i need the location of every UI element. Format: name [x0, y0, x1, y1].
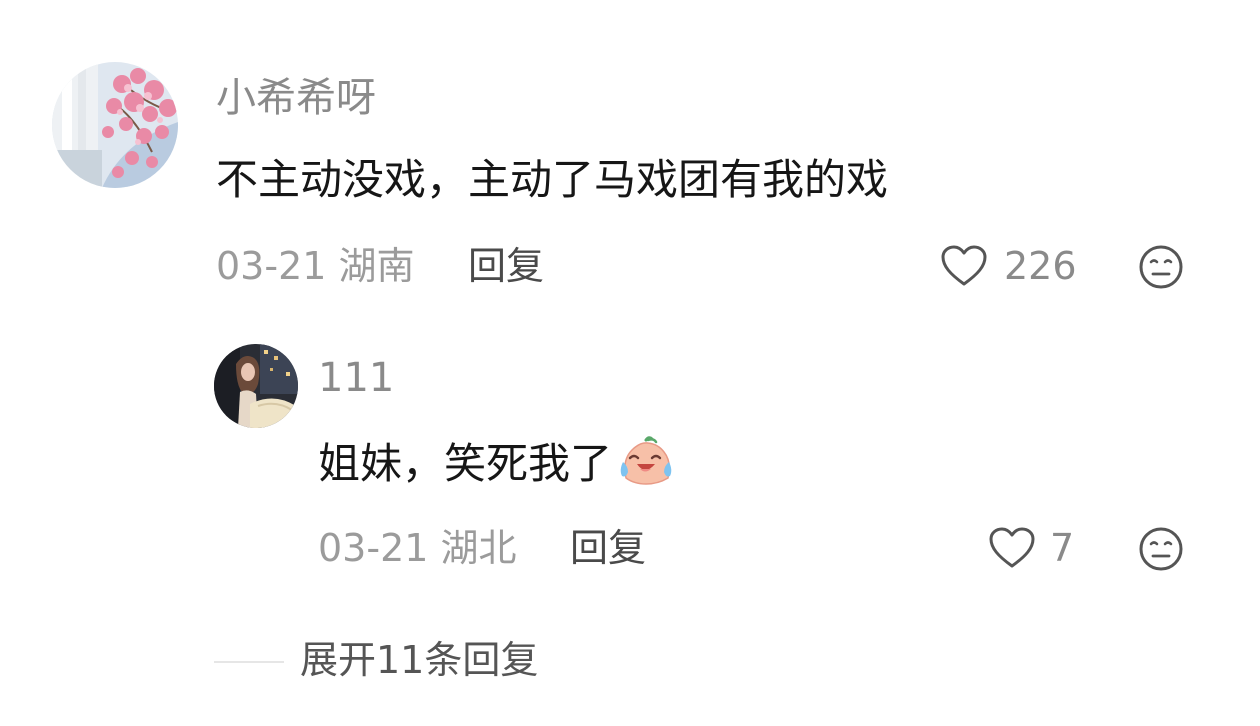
reply-date: 03-21 [318, 526, 429, 570]
reply-username[interactable]: 111 [318, 352, 394, 404]
meh-face-icon[interactable] [1138, 526, 1184, 572]
heart-outline-icon[interactable] [940, 244, 988, 288]
reply-text: 姐妹，笑死我了 [318, 436, 674, 500]
reply-avatar[interactable] [214, 344, 298, 428]
reply-meta: 03-21 湖北 [318, 522, 517, 574]
comment-meta: 03-21 湖南 [216, 240, 415, 292]
reply-location: 湖北 [440, 526, 517, 570]
expand-replies-button[interactable]: 展开11条回复 [300, 634, 538, 686]
comment-avatar[interactable] [52, 62, 178, 188]
comment-like-count: 226 [1004, 244, 1077, 288]
expand-divider [214, 661, 284, 663]
comment-text: 不主动没戏，主动了马戏团有我的戏 [216, 155, 889, 204]
reply-like-count: 7 [1050, 526, 1075, 570]
meh-face-icon[interactable] [1138, 244, 1184, 290]
avatar-image [52, 62, 178, 188]
reply-reply-button[interactable]: 回复 [570, 522, 646, 574]
comment-username[interactable]: 小希希呀 [216, 72, 376, 124]
comment-reply-button[interactable]: 回复 [468, 240, 544, 292]
reply-text-body: 姐妹，笑死我了 [318, 439, 613, 488]
comment-date: 03-21 [216, 244, 327, 288]
heart-outline-icon[interactable] [988, 526, 1036, 570]
laugh-cry-emoji-icon [618, 436, 674, 500]
comment-location: 湖南 [338, 244, 415, 288]
avatar-image [214, 344, 298, 428]
